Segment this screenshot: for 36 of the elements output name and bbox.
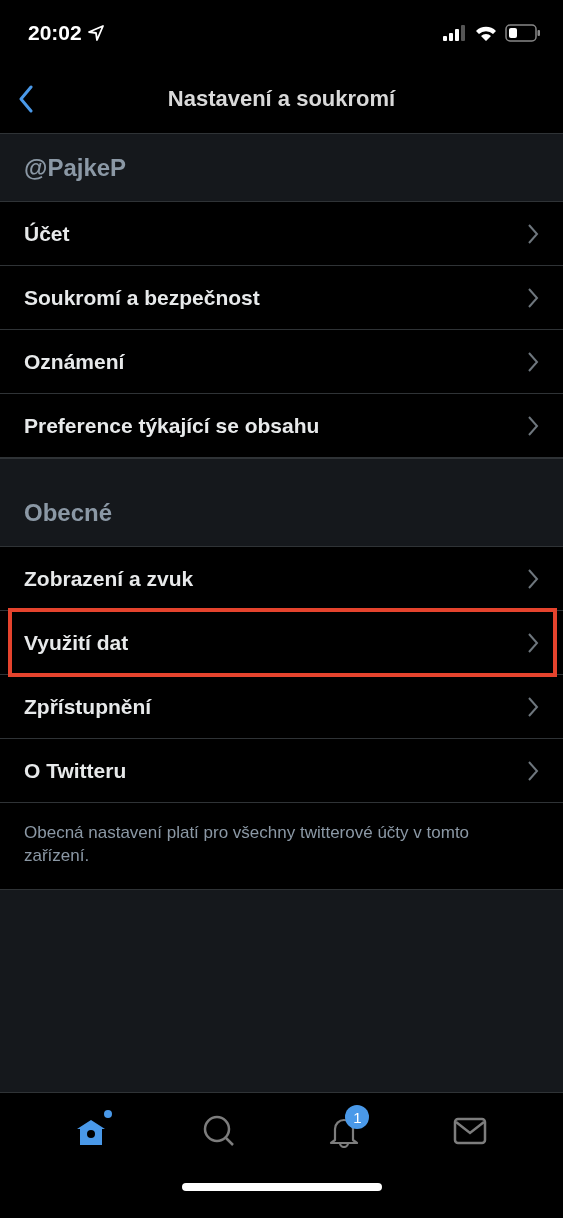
- settings-row[interactable]: Využití dat: [0, 611, 563, 675]
- row-label: Preference týkající se obsahu: [24, 413, 320, 438]
- settings-row[interactable]: Zobrazení a zvuk: [0, 547, 563, 611]
- row-label: Zpřístupnění: [24, 694, 152, 719]
- envelope-icon: [453, 1116, 488, 1146]
- settings-row[interactable]: O Twitteru: [0, 739, 563, 803]
- chevron-icon: [527, 350, 539, 373]
- row-label: Oznámení: [24, 349, 125, 374]
- row-label: O Twitteru: [24, 758, 127, 783]
- chevron-icon: [527, 567, 539, 590]
- chevron-icon: [527, 414, 539, 437]
- row-label: Soukromí a bezpečnost: [24, 285, 260, 310]
- settings-row[interactable]: Soukromí a bezpečnost: [0, 266, 563, 330]
- wifi-icon: [475, 24, 497, 41]
- chevron-icon: [527, 286, 539, 309]
- clock-time: 20:02: [28, 20, 82, 45]
- settings-row[interactable]: Zpřístupnění: [0, 675, 563, 739]
- signal-icon: [443, 24, 467, 41]
- row-label: Zobrazení a zvuk: [24, 566, 194, 591]
- chevron-icon: [527, 222, 539, 245]
- chevron-icon: [527, 759, 539, 782]
- settings-row[interactable]: Preference týkající se obsahu: [0, 394, 563, 458]
- battery-icon: [505, 23, 541, 42]
- section-header: Obecné: [23, 497, 114, 528]
- notification-badge: 1: [345, 1105, 370, 1129]
- chevron-icon: [527, 631, 539, 654]
- screen-title: Nastavení a soukromí: [167, 86, 396, 112]
- section-header: @PajkeP: [23, 152, 128, 183]
- settings-row[interactable]: Oznámení: [0, 330, 563, 394]
- row-label: Využití dat: [24, 630, 129, 655]
- footer-note: Obecná nastavení platí pro všechny twitterové účty v tomto zařízení.: [23, 822, 471, 867]
- search-icon: [201, 1114, 236, 1148]
- location-arrow-icon: [87, 24, 104, 41]
- chevron-icon: [527, 695, 539, 718]
- settings-row[interactable]: Účet: [0, 202, 563, 266]
- row-label: Účet: [24, 221, 70, 246]
